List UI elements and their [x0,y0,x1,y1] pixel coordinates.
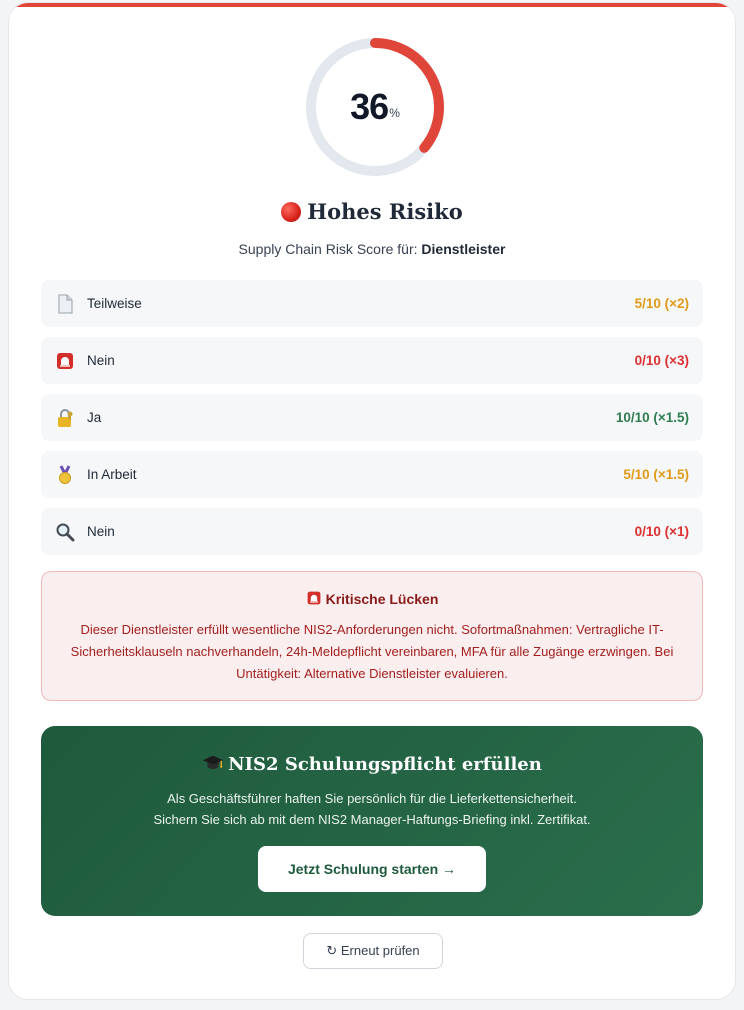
cta-line: Als Geschäftsführer haften Sie persönlic… [167,791,577,806]
criterion-status: Ja [87,410,102,425]
cta-title: NIS2 Schulungspflicht erfüllen [41,752,703,775]
criterion-score: 5/10 (×1.5) [623,467,689,482]
list-item: Nein 0/10 (×3) [41,337,703,384]
alert-message: Dieser Dienstleister erfüllt wesentliche… [62,619,682,685]
score-unit: % [389,106,400,120]
score-value: 36 [350,86,389,127]
score-readout: 36% [303,35,447,179]
criteria-list: Teilweise 5/10 (×2) Nein 0/10 (×3) Ja 10… [41,280,703,565]
risk-accent-bar [9,3,735,7]
subtitle-prefix: Supply Chain Risk Score für: [238,241,418,257]
cta-title-text: NIS2 Schulungspflicht erfüllen [228,754,542,775]
alert-line: Sicherheitsklauseln nachverhandeln, 24h-… [70,644,674,659]
retry-check-button[interactable]: ↻ Erneut prüfen [303,933,443,969]
cta-line: Sichern Sie sich ab mit dem NIS2 Manager… [153,812,591,827]
training-cta-panel: NIS2 Schulungspflicht erfüllen Als Gesch… [41,726,703,916]
graduation-cap-icon [203,755,224,769]
criterion-score: 0/10 (×3) [634,353,689,368]
criterion-score: 0/10 (×1) [634,524,689,539]
siren-icon [55,351,75,371]
risk-level-title: Hohes Risiko [9,199,735,224]
score-subtitle: Supply Chain Risk Score für: Dienstleist… [9,241,735,257]
score-gauge: 36% [303,35,447,179]
criterion-status: Nein [87,353,115,368]
criterion-status: In Arbeit [87,467,137,482]
alert-title-text: Kritische Lücken [325,591,439,607]
risk-level-label: Hohes Risiko [307,199,463,224]
list-item: In Arbeit 5/10 (×1.5) [41,451,703,498]
criterion-status: Teilweise [87,296,142,311]
list-item: Nein 0/10 (×1) [41,508,703,555]
document-icon [55,294,75,314]
list-item: Ja 10/10 (×1.5) [41,394,703,441]
red-circle-icon [281,202,302,222]
alert-title: Kritische Lücken [62,590,682,607]
alert-line: Untätigkeit: Alternative Dienstleister e… [236,666,508,681]
criterion-score: 5/10 (×2) [634,296,689,311]
critical-gaps-alert: Kritische Lücken Dieser Dienstleister er… [41,571,703,701]
cta-description: Als Geschäftsführer haften Sie persönlic… [41,788,703,830]
siren-icon [307,591,320,605]
result-card: 36% Hohes Risiko Supply Chain Risk Score… [8,2,736,1000]
medal-icon [55,464,75,485]
lock-key-icon [55,408,75,428]
criterion-status: Nein [87,524,115,539]
start-training-button[interactable]: Jetzt Schulung starten → [258,846,486,892]
alert-line: Dieser Dienstleister erfüllt wesentliche… [80,622,664,637]
criterion-score: 10/10 (×1.5) [615,410,689,425]
magnifier-icon [55,522,75,542]
list-item: Teilweise 5/10 (×2) [41,280,703,327]
subtitle-entity: Dienstleister [421,241,506,257]
